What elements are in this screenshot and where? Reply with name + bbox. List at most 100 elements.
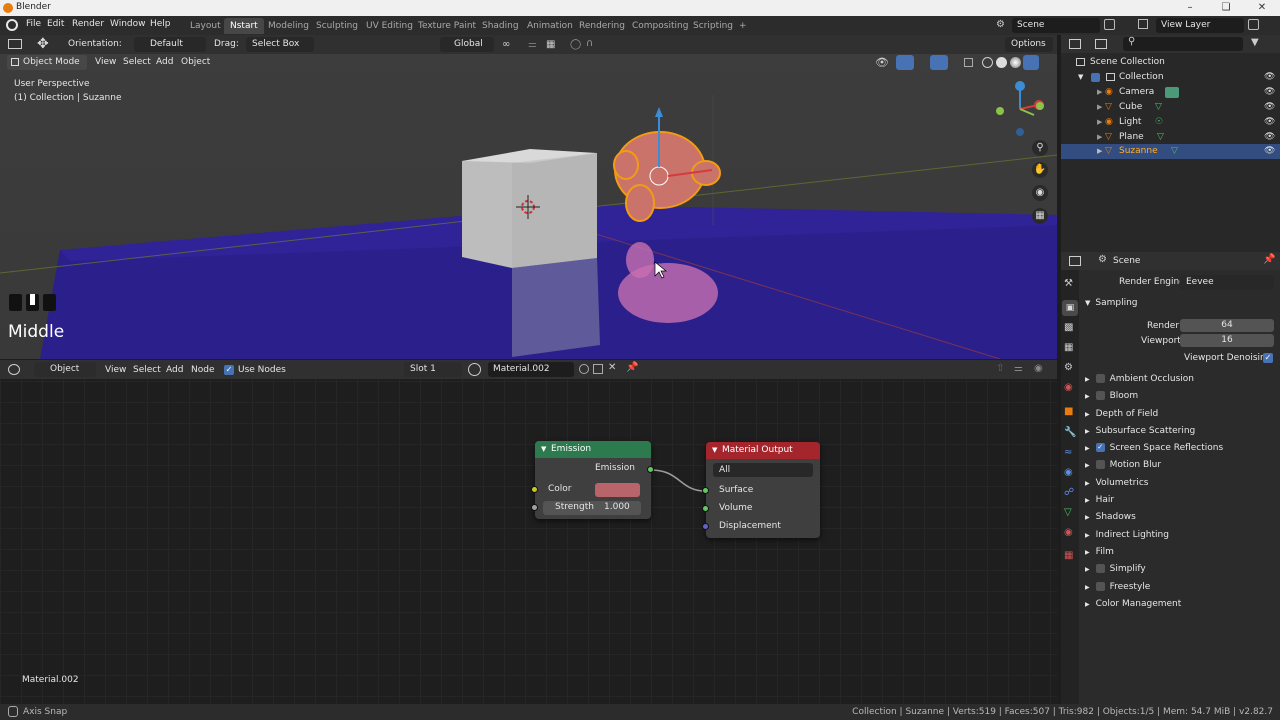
simplify-checkbox[interactable] xyxy=(1095,564,1105,573)
volume-input-socket[interactable] xyxy=(702,505,709,512)
scene-tab-icon[interactable]: ⚙ xyxy=(1064,362,1073,373)
menu-edit[interactable]: Edit xyxy=(47,19,64,29)
outliner[interactable]: ⚲ ▼ Scene Collection ▼ Collection 👁 ▶ ◉ … xyxy=(1061,35,1280,254)
screen-space-reflections-checkbox[interactable]: ✓ xyxy=(1095,443,1105,452)
render-engine-dropdown[interactable]: Eevee xyxy=(1180,275,1274,290)
render-samples-field[interactable]: 64 xyxy=(1180,319,1274,332)
tab-texture-paint[interactable]: Texture Paint xyxy=(412,18,482,34)
freestyle-panel[interactable]: ▶ Freestyle xyxy=(1085,579,1150,596)
viewport-denoising-checkbox[interactable]: ✓ xyxy=(1263,353,1273,363)
display-mode-icon[interactable] xyxy=(1095,39,1107,49)
motion-blur-panel[interactable]: ▶ Motion Blur xyxy=(1085,457,1161,474)
tab-animation[interactable]: Animation xyxy=(521,18,579,34)
new-scene-icon[interactable] xyxy=(1104,19,1115,30)
object-tab-icon[interactable]: ■ xyxy=(1064,406,1073,417)
tab-shading[interactable]: Shading xyxy=(476,18,525,34)
close-icon[interactable]: ✕ xyxy=(1244,0,1280,16)
outliner-row-scene-collection[interactable]: Scene Collection xyxy=(1061,55,1280,70)
tab-modeling[interactable]: Modeling xyxy=(262,18,315,34)
pin-icon[interactable]: 📌 xyxy=(1263,254,1275,265)
outliner-row-suzanne[interactable]: ▶ ▽ Suzanne ▽ 👁 xyxy=(1061,144,1280,159)
menu-render[interactable]: Render xyxy=(72,19,104,29)
emission-node-header[interactable]: ▼ Emission xyxy=(535,441,651,458)
bloom-checkbox[interactable] xyxy=(1095,391,1105,400)
tab-rendering[interactable]: Rendering xyxy=(573,18,631,34)
camera-view-icon[interactable]: ◉ xyxy=(1032,185,1048,201)
shader-node-editor[interactable]: Object View Select Add Node ✓ Use Nodes … xyxy=(0,360,1057,704)
3d-viewport[interactable]: ✥ Orientation: Default Drag: Select Box … xyxy=(0,35,1057,359)
sampling-panel-header[interactable]: ▼ Sampling xyxy=(1085,295,1138,312)
indirect-lighting-panel[interactable]: ▶ Indirect Lighting xyxy=(1085,527,1169,544)
zoom-icon[interactable]: ⚲ xyxy=(1032,140,1048,156)
outliner-row-light[interactable]: ▶ ◉ Light ☉ 👁 xyxy=(1061,115,1280,130)
outliner-editor-icon[interactable] xyxy=(1069,39,1081,49)
viewport-samples-field[interactable]: 16 xyxy=(1180,334,1274,347)
menu-help[interactable]: Help xyxy=(150,19,171,29)
color-input-socket[interactable] xyxy=(531,486,538,493)
physics-tab-icon[interactable]: ◉ xyxy=(1064,467,1073,478)
texture-tab-icon[interactable]: ▦ xyxy=(1064,550,1073,561)
ambient-occlusion-checkbox[interactable] xyxy=(1095,374,1105,383)
pan-hand-icon[interactable]: ✋ xyxy=(1032,162,1048,178)
blender-menu-icon[interactable] xyxy=(6,19,18,31)
perspective-toggle-icon[interactable]: ▦ xyxy=(1032,208,1048,224)
properties-editor-icon[interactable] xyxy=(1069,256,1081,266)
material-tab-icon[interactable]: ◉ xyxy=(1064,527,1073,538)
view-layer-selector[interactable]: View Layer xyxy=(1156,18,1244,33)
status-stats-text: Collection | Suzanne | Verts:519 | Faces… xyxy=(852,707,1273,717)
shadows-panel[interactable]: ▶ Shadows xyxy=(1085,509,1136,526)
menu-window[interactable]: Window xyxy=(110,19,146,29)
constraints-tab-icon[interactable]: ☍ xyxy=(1064,487,1074,498)
depth-of-field-panel[interactable]: ▶ Depth of Field xyxy=(1085,406,1158,423)
minimize-icon[interactable]: – xyxy=(1172,0,1208,16)
emission-node[interactable]: ▼ Emission Emission Color Strength 1.000 xyxy=(535,441,651,519)
subsurface-scattering-panel[interactable]: ▶ Subsurface Scattering xyxy=(1085,423,1195,440)
world-tab-icon[interactable]: ◉ xyxy=(1064,382,1073,393)
output-tab-icon[interactable]: ▩ xyxy=(1064,322,1073,333)
properties-editor[interactable]: ⚙ Scene 📌 ⚒ ▣ ▩ ▦ ⚙ ◉ ■ 🔧 ≈ ◉ ☍ ▽ ◉ ▦ Re… xyxy=(1061,252,1280,704)
outliner-search-input[interactable] xyxy=(1123,37,1243,51)
material-output-header[interactable]: ▼ Material Output xyxy=(706,442,820,459)
viewport-samples-label: Viewport xyxy=(1141,336,1181,346)
add-workspace-button[interactable]: + xyxy=(733,18,753,34)
filter-icon[interactable]: ▼ xyxy=(1251,37,1259,48)
ambient-occlusion-panel[interactable]: ▶ Ambient Occlusion xyxy=(1085,371,1194,388)
screen-space-reflections-panel[interactable]: ▶ ✓ Screen Space Reflections xyxy=(1085,440,1223,457)
surface-input-socket[interactable] xyxy=(702,487,709,494)
outliner-row-camera[interactable]: ▶ ◉ Camera 👁 xyxy=(1061,85,1280,100)
restore-icon[interactable]: ❏ xyxy=(1208,0,1244,16)
outliner-row-cube[interactable]: ▶ ▽ Cube ▽ 👁 xyxy=(1061,100,1280,115)
menu-file[interactable]: File xyxy=(26,19,41,29)
tab-compositing[interactable]: Compositing xyxy=(626,18,694,34)
color-management-panel[interactable]: ▶ Color Management xyxy=(1085,596,1181,613)
strength-field[interactable]: Strength 1.000 xyxy=(543,501,641,515)
tab-sculpting[interactable]: Sculpting xyxy=(310,18,364,34)
emission-output-socket[interactable] xyxy=(647,466,654,473)
particles-tab-icon[interactable]: ≈ xyxy=(1064,447,1072,458)
scene-selector[interactable]: Scene xyxy=(1012,18,1100,33)
material-output-node[interactable]: ▼ Material Output All Surface Volume Dis… xyxy=(706,442,820,538)
output-target-dropdown[interactable]: All xyxy=(713,463,813,477)
data-tab-icon[interactable]: ▽ xyxy=(1064,507,1072,518)
modifier-tab-icon[interactable]: 🔧 xyxy=(1064,427,1076,438)
hair-panel[interactable]: ▶ Hair xyxy=(1085,492,1114,509)
outliner-row-collection[interactable]: ▼ Collection 👁 xyxy=(1061,70,1280,85)
tab-scripting[interactable]: Scripting xyxy=(687,18,739,34)
color-swatch[interactable] xyxy=(595,483,640,497)
tab-layout[interactable]: Layout xyxy=(184,18,227,34)
volumetrics-panel[interactable]: ▶ Volumetrics xyxy=(1085,475,1148,492)
motion-blur-checkbox[interactable] xyxy=(1095,460,1105,469)
tab-nstart[interactable]: Nstart xyxy=(224,18,264,34)
tab-uv-editing[interactable]: UV Editing xyxy=(360,18,419,34)
film-panel[interactable]: ▶ Film xyxy=(1085,544,1114,561)
tool-tab-icon[interactable]: ⚒ xyxy=(1064,278,1073,289)
displacement-input-socket[interactable] xyxy=(702,523,709,530)
view-layer-tab-icon[interactable]: ▦ xyxy=(1064,342,1073,353)
outliner-row-plane[interactable]: ▶ ▽ Plane ▽ 👁 xyxy=(1061,130,1280,145)
simplify-panel[interactable]: ▶ Simplify xyxy=(1085,561,1146,578)
bloom-panel[interactable]: ▶ Bloom xyxy=(1085,388,1138,405)
render-tab-icon[interactable]: ▣ xyxy=(1062,300,1078,316)
strength-input-socket[interactable] xyxy=(531,504,538,511)
freestyle-checkbox[interactable] xyxy=(1095,582,1105,591)
new-view-layer-icon[interactable] xyxy=(1248,19,1259,30)
